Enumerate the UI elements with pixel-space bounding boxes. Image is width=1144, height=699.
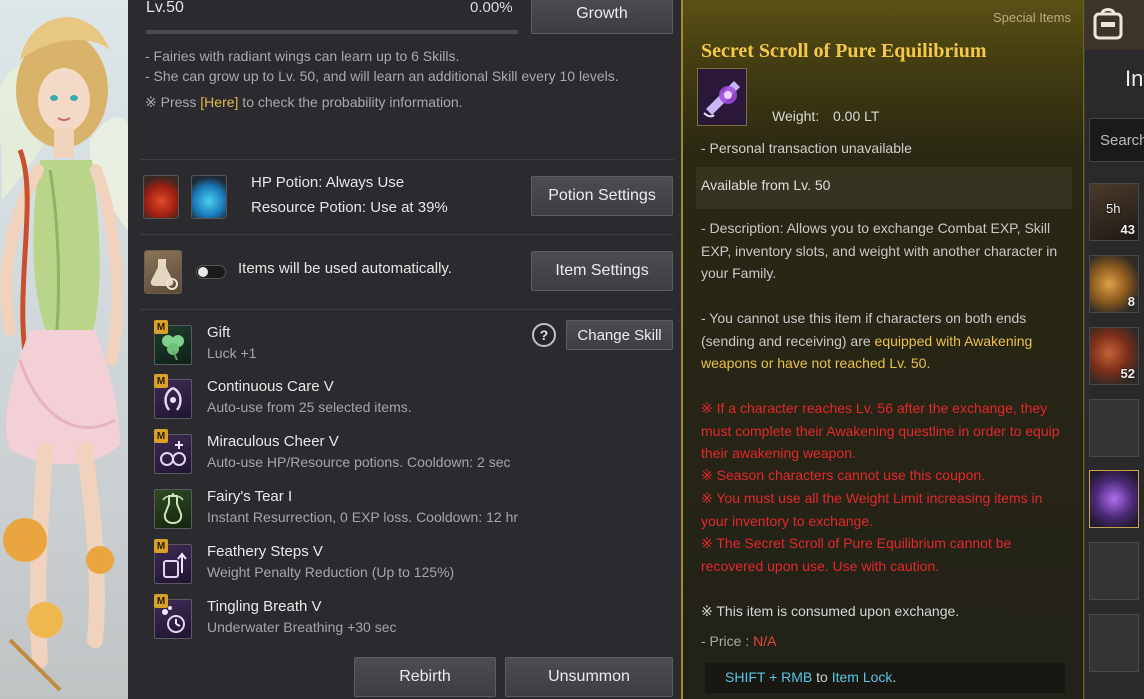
item-lock-hint-end: . [892,669,897,685]
hp-potion-setting: HP Potion: Always Use [251,174,405,191]
item-category: Special Items [992,10,1071,25]
slot-count: 8 [1127,294,1135,309]
mastery-badge: M [154,594,168,608]
slot-count: 52 [1120,366,1135,381]
breath-timer-icon: M [154,594,192,639]
item-title: Secret Scroll of Pure Equilibrium [701,40,987,62]
mastery-badge: M [154,539,168,553]
auto-use-toggle[interactable] [196,265,226,279]
description-line-3-suffix: to check the probability information. [238,94,463,110]
item-description: - Description: Allows you to exchange Co… [701,220,1058,281]
item-lock-hint-mid: to [812,669,832,685]
auto-use-label: Items will be used automatically. [238,260,452,277]
fairy-portrait [0,0,128,699]
skill-row: M Miraculous Cheer V Auto-use HP/Resourc… [150,429,670,481]
skill-row: M Gift Luck +1 [150,320,670,372]
resource-potion-icon [191,175,227,219]
feather-weight-icon: M [154,539,192,584]
skill-row: Fairy's Tear I Instant Resurrection, 0 E… [150,486,670,536]
price: - Price : N/A [701,633,776,649]
inventory-slot-selected[interactable] [1089,470,1139,528]
inventory-slot[interactable]: 8 [1089,255,1139,313]
skill-row: M Feathery Steps V Weight Penalty Reduct… [150,539,670,591]
skill-name: Continuous Care V [207,378,334,395]
unsummon-button[interactable]: Unsummon [505,657,673,697]
inventory-slot[interactable] [1089,542,1139,600]
warning-unrecoverable: ※ The Secret Scroll of Pure Equilibrium … [701,535,1012,574]
inventory-slot[interactable] [1089,399,1139,457]
item-tooltip: Special Items Secret Scroll of Pure Equi… [681,0,1084,699]
hp-potion-icon [143,175,179,219]
flask-gear-icon [144,250,182,294]
inventory-tab[interactable]: Inv [1125,66,1144,92]
item-lock-action: Item Lock [831,669,893,685]
warning-weight: ※ You must use all the Weight Limit incr… [701,490,1043,529]
skill-row: M Continuous Care V Auto-use from 25 sel… [150,374,670,426]
exp-percent: 0.00% [470,0,513,16]
tear-vial-icon [154,489,192,529]
skill-description: Instant Resurrection, 0 EXP loss. Cooldo… [207,509,519,525]
description-line-3-prefix: ※ Press [145,94,201,110]
skill-name: Fairy's Tear I [207,488,293,505]
bag-icon [1093,8,1123,40]
skill-description: Weight Penalty Reduction (Up to 125%) [207,564,455,580]
weight-label: Weight: [772,108,820,124]
item-lock-key: SHIFT + RMB [725,669,813,685]
probability-info-link[interactable]: [Here] [200,94,238,110]
scroll-icon [697,68,747,126]
inventory-slot[interactable]: 52 [1089,327,1139,385]
exp-bar [146,30,518,34]
fairy-level: Lv.50 [146,0,184,16]
skill-name: Miraculous Cheer V [207,433,339,450]
inventory-search-input[interactable]: Search [1089,118,1144,162]
potion-cheer-icon: M [154,429,192,474]
level-requirement: Available from Lv. 50 [701,177,831,193]
skill-name: Gift [207,324,231,341]
divider [140,309,674,310]
potion-settings-button[interactable]: Potion Settings [531,176,673,216]
inventory-slot[interactable]: 5h 43 [1089,183,1139,241]
price-label: - Price : [701,633,754,649]
fairy-illustration [0,17,128,692]
consumed-note: ※ This item is consumed upon exchange. [701,603,960,619]
skill-description: Luck +1 [207,345,257,361]
warning-season: ※ Season characters cannot use this coup… [701,467,986,483]
item-settings-button[interactable]: Item Settings [531,251,673,291]
description-line-2: - She can grow up to Lv. 50, and will le… [145,68,619,84]
skill-name: Tingling Breath V [207,598,322,615]
description-line-3: ※ Press [Here] to check the probability … [145,94,463,111]
growth-button[interactable]: Growth [531,0,673,34]
mastery-badge: M [154,320,168,334]
skill-row: M Tingling Breath V Underwater Breathing… [150,594,670,646]
mastery-badge: M [154,429,168,443]
clover-icon: M [154,320,192,365]
warning-awakening: ※ If a character reaches Lv. 56 after th… [701,400,1060,461]
rebirth-button[interactable]: Rebirth [354,657,496,697]
skill-description: Underwater Breathing +30 sec [207,619,397,635]
weight-value: 0.00 LT [833,108,880,124]
skill-name: Feathery Steps V [207,543,323,560]
resource-potion-setting: Resource Potion: Use at 39% [251,199,448,216]
slot-count: 43 [1120,222,1135,237]
inventory-slot[interactable] [1089,614,1139,672]
transaction-note: - Personal transaction unavailable [701,140,912,156]
mastery-badge: M [154,374,168,388]
divider [140,234,674,235]
skill-description: Auto-use from 25 selected items. [207,399,412,415]
restriction-note: - You cannot use this item if characters… [701,307,1067,375]
slot-timer: 5h [1106,201,1121,216]
skill-description: Auto-use HP/Resource potions. Cooldown: … [207,454,511,470]
fairy-panel: Lv.50 0.00% Growth - Fairies with radian… [128,0,681,699]
price-value: N/A [753,633,777,649]
divider [140,159,674,160]
description-line-1: - Fairies with radiant wings can learn u… [145,48,460,64]
inventory-panel: Inv Search 5h 43 8 52 [1084,0,1144,699]
inventory-header [1085,0,1144,50]
fairy-care-icon: M [154,374,192,419]
item-lock-hint: SHIFT + RMB to Item Lock. [705,663,1065,693]
